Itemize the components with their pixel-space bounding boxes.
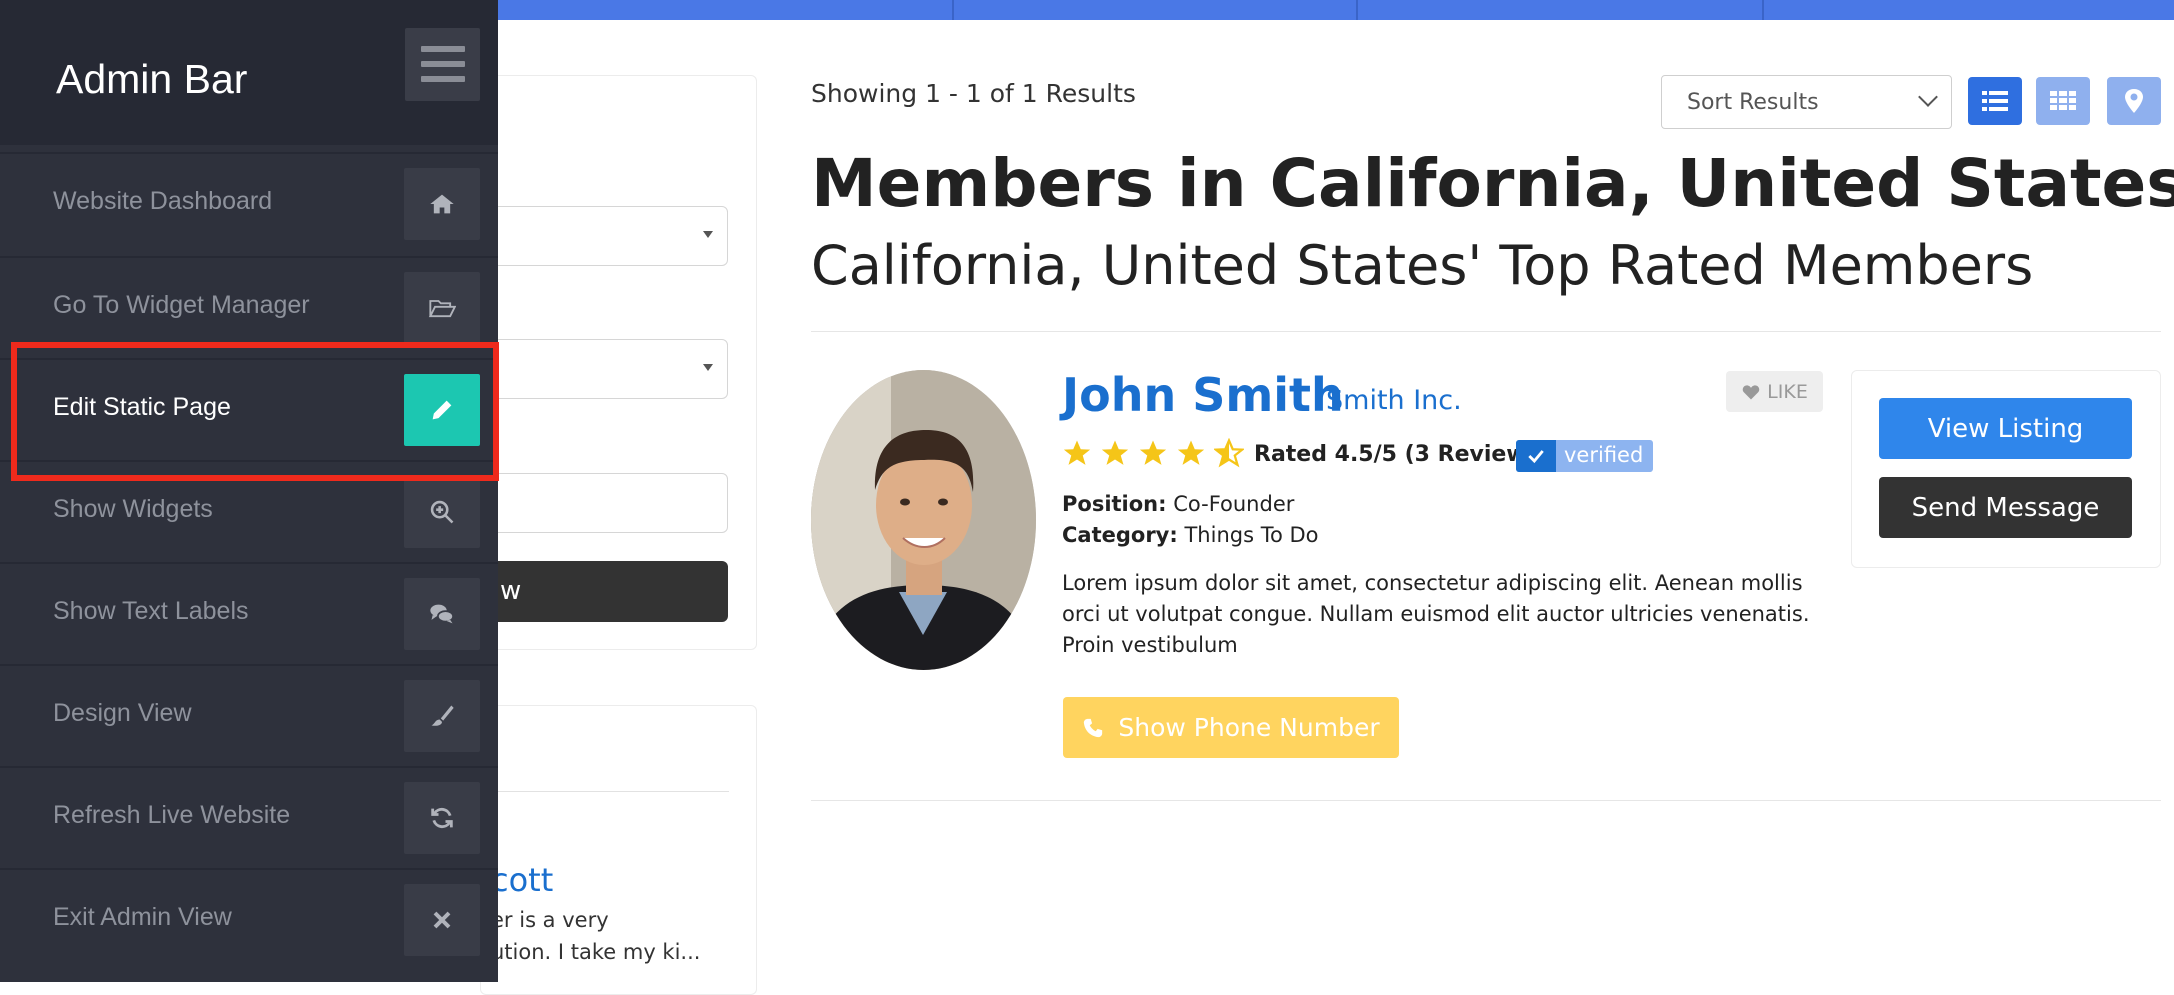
admin-item-label: Show Text Labels [53, 597, 249, 625]
member-name-link[interactable]: John Smith [1062, 368, 1344, 422]
admin-bar-title: Admin Bar [56, 56, 248, 102]
position-label: Position: [1062, 492, 1167, 516]
admin-item-label: Refresh Live Website [53, 801, 291, 829]
map-marker-icon[interactable] [2107, 77, 2161, 125]
heart-icon [1742, 384, 1760, 399]
dropdown-caret-icon [703, 231, 713, 238]
filter-dropdown-1[interactable] [480, 206, 728, 266]
home-icon[interactable] [404, 168, 480, 240]
like-label: LIKE [1767, 380, 1808, 403]
admin-item-exit-admin-view[interactable]: Exit Admin View [0, 868, 498, 970]
star-full-icon [1177, 440, 1205, 465]
star-half-icon [1214, 438, 1244, 468]
refresh-icon[interactable] [404, 782, 480, 854]
verified-label: verified [1564, 443, 1644, 467]
brush-icon[interactable] [404, 680, 480, 752]
admin-item-label: Show Widgets [53, 495, 213, 523]
featured-member-text: er is a very ution. I take my ki... [491, 908, 701, 964]
featured-member-name[interactable]: cott [491, 861, 553, 899]
close-icon[interactable] [404, 884, 480, 956]
zoom-in-icon[interactable] [404, 476, 480, 548]
member-company-link[interactable]: Smith Inc. [1326, 385, 1462, 416]
admin-bar-header: Admin Bar [0, 0, 498, 145]
member-description: Lorem ipsum dolor sit amet, consectetur … [1062, 571, 1810, 657]
star-rating [1062, 438, 1244, 468]
rating-text[interactable]: Rated 4.5/5 (3 Reviews) [1254, 442, 1550, 467]
admin-bar: Admin Bar Website Dashboard Go To Widget… [0, 0, 498, 982]
top-nav-separator [952, 0, 954, 20]
admin-item-show-text-labels[interactable]: Show Text Labels [0, 562, 498, 664]
position-value: Co-Founder [1173, 492, 1295, 516]
folder-open-icon[interactable] [404, 272, 480, 344]
admin-item-label: Website Dashboard [53, 187, 273, 215]
filter-dropdown-2[interactable] [480, 339, 728, 399]
category-value: Things To Do [1184, 523, 1319, 547]
star-full-icon [1139, 440, 1167, 465]
page-title: Members in California, United States [811, 145, 2174, 222]
show-phone-number-label: Show Phone Number [1118, 713, 1380, 742]
member-position: Position: Co-Founder [1062, 492, 1294, 516]
top-nav-separator [1762, 0, 1764, 20]
grid-view-icon[interactable] [2036, 77, 2090, 125]
admin-item-refresh-live-website[interactable]: Refresh Live Website [0, 766, 498, 868]
hamburger-icon[interactable] [405, 28, 480, 101]
chevron-down-icon [1918, 87, 1938, 107]
filter-text-input[interactable] [480, 473, 728, 533]
star-full-icon [1101, 440, 1129, 465]
member-avatar[interactable] [811, 370, 1036, 670]
admin-item-design-view[interactable]: Design View [0, 664, 498, 766]
featured-member-card: cott er is a very ution. I take my ki... [480, 705, 757, 995]
edit-static-page-highlight [11, 342, 499, 481]
admin-item-label: Go To Widget Manager [53, 291, 310, 319]
dropdown-caret-icon [703, 364, 713, 371]
card-divider [481, 791, 729, 792]
results-count: Showing 1 - 1 of 1 Results [811, 79, 1136, 108]
top-nav-separator [1356, 0, 1358, 20]
verified-badge: verified [1516, 440, 1653, 472]
filter-submit-button[interactable]: w [480, 561, 728, 622]
comments-icon[interactable] [404, 578, 480, 650]
show-phone-number-button[interactable]: Show Phone Number [1063, 697, 1399, 758]
like-button[interactable]: LIKE [1726, 371, 1823, 412]
category-label: Category: [1062, 523, 1178, 547]
member-category: Category: Things To Do [1062, 523, 1319, 547]
admin-item-website-dashboard[interactable]: Website Dashboard [0, 152, 498, 254]
page-subtitle: California, United States' Top Rated Mem… [811, 234, 2034, 297]
admin-item-label: Design View [53, 699, 192, 727]
divider [811, 331, 2161, 332]
send-message-button[interactable]: Send Message [1879, 477, 2132, 538]
sort-results-dropdown[interactable]: Sort Results [1661, 75, 1952, 129]
divider [811, 800, 2161, 801]
admin-item-label: Exit Admin View [53, 903, 232, 931]
sort-results-label: Sort Results [1687, 90, 1819, 115]
list-view-icon[interactable] [1968, 77, 2022, 125]
star-full-icon [1063, 440, 1091, 465]
checkmark-icon [1516, 440, 1556, 472]
view-listing-button[interactable]: View Listing [1879, 398, 2132, 459]
phone-icon [1084, 718, 1103, 737]
